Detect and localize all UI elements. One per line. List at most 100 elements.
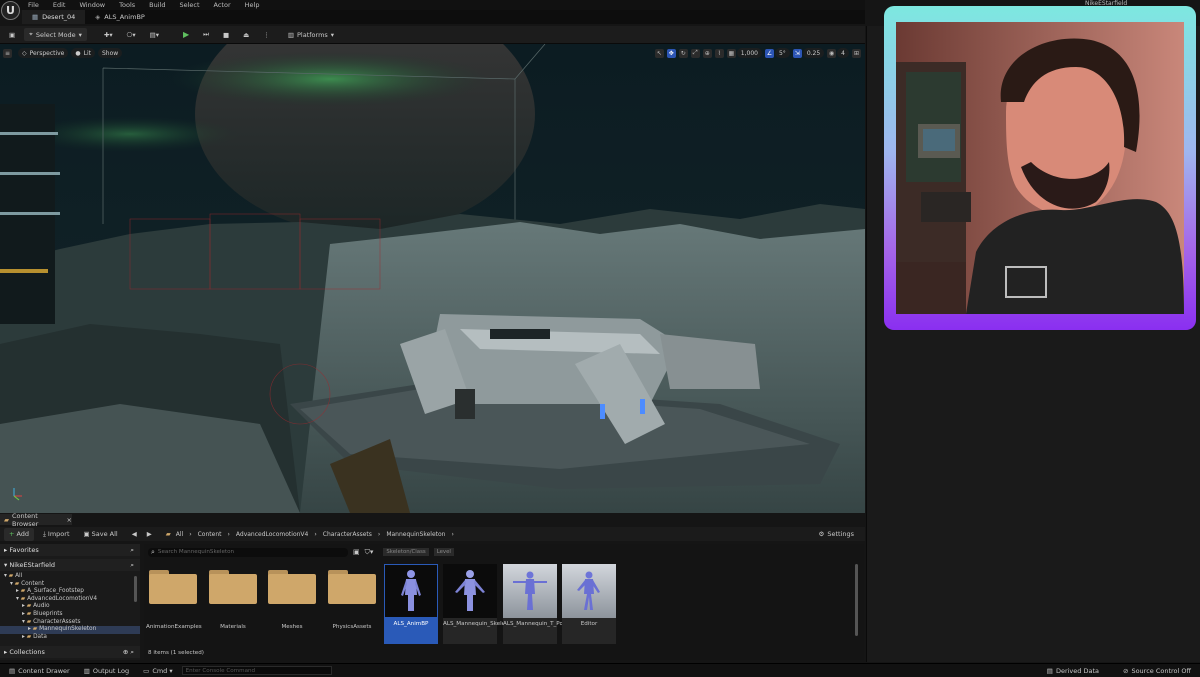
menu-file[interactable]: File <box>28 1 39 9</box>
search-icon[interactable]: ⌕ <box>130 561 134 570</box>
history-forward-icon[interactable]: ▶ <box>142 528 157 541</box>
history-back-icon[interactable]: ◀ <box>127 528 142 541</box>
item-count: 8 items (1 selected) <box>148 650 204 656</box>
tree-scrollbar[interactable] <box>134 576 137 602</box>
cmd-dropdown[interactable]: ▭ Cmd ▾ <box>138 664 177 677</box>
perspective-dropdown[interactable]: ◇ Perspective <box>18 48 69 58</box>
collections-header[interactable]: ▸ Collections ⊕ ⌕ <box>0 646 140 658</box>
blueprint-button[interactable]: ⎔▾ <box>122 28 141 41</box>
menu-tools[interactable]: Tools <box>119 1 135 9</box>
unreal-logo-icon[interactable]: U <box>1 1 20 20</box>
close-icon[interactable]: × <box>67 516 72 524</box>
asset-tile-editor[interactable]: Editor <box>562 564 616 644</box>
save-search-icon[interactable]: ▣ <box>353 548 360 556</box>
breadcrumb-mannequinskeleton[interactable]: MannequinSkeleton <box>386 531 445 538</box>
tree-item-content[interactable]: ▾ ▰ Content <box>0 581 140 589</box>
scale-snap-value[interactable]: 0.25 <box>802 48 825 58</box>
grid-scrollbar[interactable] <box>855 564 858 636</box>
world-space-icon[interactable]: ⊕ <box>702 48 712 58</box>
tree-item-mannequinskeleton[interactable]: ▸ ▰ MannequinSkeleton <box>0 626 140 634</box>
play-options-icon[interactable]: ⋮ <box>258 28 275 41</box>
search-icon[interactable]: ⌕ <box>130 546 134 555</box>
derived-data-button[interactable]: ▤ Derived Data <box>1042 664 1104 677</box>
add-actor-button[interactable]: ✚▾ <box>99 28 118 41</box>
scale-snap-icon[interactable]: ⇲ <box>792 48 802 58</box>
hamburger-icon[interactable]: ≡ <box>3 48 12 58</box>
tree-item-data[interactable]: ▸ ▰ Data <box>0 634 140 642</box>
tab-animbp[interactable]: ◈ ALS_AnimBP <box>85 10 155 24</box>
tree-item-surface-footstep[interactable]: ▸ ▰ A_Surface_Footstep <box>0 588 140 596</box>
settings-button[interactable]: ⚙ Settings <box>814 528 860 541</box>
menu-actor[interactable]: Actor <box>214 1 231 9</box>
select-tool-icon[interactable]: ↖ <box>654 48 664 58</box>
rotation-snap-icon[interactable]: ∠ <box>764 48 774 58</box>
menu-build[interactable]: Build <box>149 1 165 9</box>
console-input[interactable]: Enter Console Command <box>181 666 332 675</box>
favorites-header[interactable]: ▸ Favorites ⌕ <box>0 544 140 556</box>
mannequin-icon <box>455 570 485 611</box>
platforms-label: Platforms <box>296 30 328 39</box>
content-browser-tab[interactable]: ▰ Content Browser × <box>0 512 72 528</box>
tree-item-audio[interactable]: ▸ ▰ Audio <box>0 603 140 611</box>
breadcrumb-advancedlocomotion[interactable]: AdvancedLocomotionV4 <box>236 531 308 538</box>
grid-snap-icon[interactable]: ▦ <box>726 48 736 58</box>
save-all-button[interactable]: ▣ Save All <box>79 528 123 541</box>
camera-speed-value[interactable]: 4 <box>837 48 849 58</box>
select-mode-dropdown[interactable]: ⌖ Select Mode ▾ <box>24 28 87 41</box>
grid-snap-value[interactable]: 1,000 <box>736 48 762 58</box>
level-viewport[interactable]: ≡ ◇ Perspective ● Lit Show ↖ ✥ ↻ ⤢ ⊕ ⌇ ▦… <box>0 44 865 513</box>
tree-item-blueprints[interactable]: ▸ ▰ Blueprints <box>0 611 140 619</box>
source-control-button[interactable]: ⊘ Source Control Off <box>1118 664 1196 677</box>
rotate-tool-icon[interactable]: ↻ <box>678 48 688 58</box>
stop-button[interactable]: ■ <box>218 28 234 41</box>
breadcrumb-all[interactable]: All <box>176 531 183 538</box>
menu-window[interactable]: Window <box>79 1 105 9</box>
filter-chip-level[interactable]: Level <box>433 548 454 556</box>
asset-tile-als-mannequin-t-pose[interactable]: ALS_Mannequin_T_Pose <box>503 564 569 644</box>
skeleton-thumbnail <box>443 564 497 618</box>
filter-chip-skeleton[interactable]: Skeleton/Class <box>383 548 429 556</box>
menu-help[interactable]: Help <box>245 1 260 9</box>
asset-tile-als-animbp[interactable]: ALS_AnimBP <box>384 564 438 644</box>
asset-tile-animationexamples[interactable]: AnimationExamples <box>146 564 202 644</box>
maximize-viewport-icon[interactable]: ⊞ <box>852 48 861 58</box>
platforms-icon: ▥ <box>287 30 294 39</box>
search-input[interactable]: ⌕ Search MannequinSkeleton <box>148 547 348 557</box>
lit-dropdown[interactable]: ● Lit <box>71 48 95 58</box>
play-button[interactable]: ▶ <box>178 28 194 41</box>
tree-item-characterassets[interactable]: ▾ ▰ CharacterAssets <box>0 619 140 627</box>
save-icon[interactable]: ▣ <box>4 28 20 41</box>
filter-icon[interactable]: ⛉▾ <box>365 548 374 557</box>
output-log-button[interactable]: ▥ Output Log <box>79 664 134 677</box>
menu-edit[interactable]: Edit <box>53 1 66 9</box>
rotation-snap-value[interactable]: 5° <box>774 48 790 58</box>
asset-tile-physicsassets[interactable]: PhysicsAssets <box>325 564 379 644</box>
tree-item-advancedlocomotion[interactable]: ▾ ▰ AdvancedLocomotionV4 <box>0 596 140 604</box>
import-button[interactable]: ⤓ Import <box>38 528 74 541</box>
scale-tool-icon[interactable]: ⤢ <box>690 48 700 58</box>
asset-tile-materials[interactable]: Materials <box>206 564 260 644</box>
show-dropdown[interactable]: Show <box>98 48 123 58</box>
camera-speed-icon[interactable]: ◉ <box>827 48 837 58</box>
eject-button[interactable]: ⏏ <box>238 28 254 41</box>
cinematics-button[interactable]: ▤▾ <box>145 28 164 41</box>
animbp-thumbnail <box>384 564 438 618</box>
asset-tile-als-mannequin-skeleton[interactable]: ALS_Mannequin_Skeleton <box>443 564 514 644</box>
content-drawer-button[interactable]: ▤ Content Drawer <box>4 664 75 677</box>
step-button[interactable]: ⏭ <box>198 28 214 41</box>
folder-icon: ▰ <box>26 633 32 640</box>
surface-snap-icon[interactable]: ⌇ <box>714 48 724 58</box>
tab-level[interactable]: ▦ Desert_04 <box>22 10 86 24</box>
tree-item-all[interactable]: ▾ ▰ All <box>0 573 140 581</box>
breadcrumb-content[interactable]: Content <box>198 531 222 538</box>
search-icon[interactable]: ⌕ <box>130 648 134 656</box>
favorites-label: Favorites <box>9 546 39 554</box>
add-collection-icon[interactable]: ⊕ <box>123 648 128 656</box>
project-header[interactable]: ▾ NikeEStarfield ⌕ <box>0 559 140 571</box>
translate-tool-icon[interactable]: ✥ <box>666 48 676 58</box>
asset-tile-meshes[interactable]: Meshes <box>265 564 319 644</box>
add-button[interactable]: + Add <box>4 527 35 541</box>
platforms-dropdown[interactable]: ▥ Platforms ▾ <box>283 28 339 41</box>
breadcrumb-characterassets[interactable]: CharacterAssets <box>323 531 372 538</box>
menu-select[interactable]: Select <box>179 1 199 9</box>
